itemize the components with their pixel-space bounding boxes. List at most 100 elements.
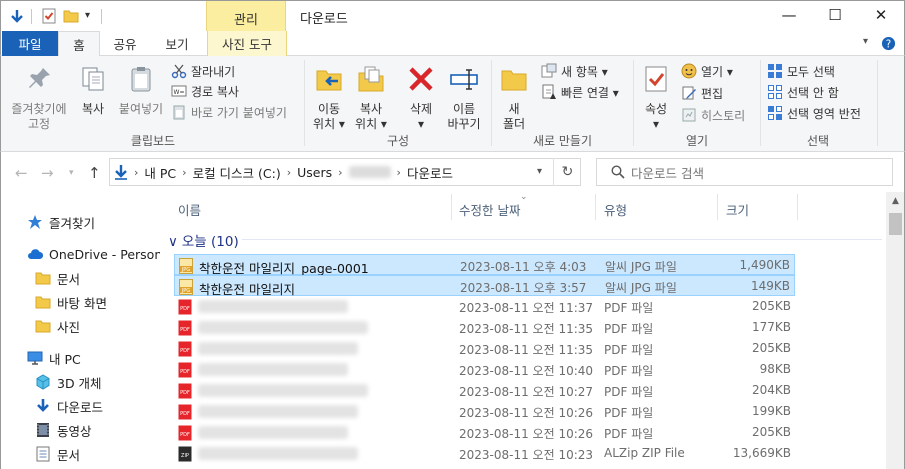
file-size: 149KB bbox=[750, 279, 790, 293]
blurred-file-name bbox=[198, 384, 368, 397]
file-size: 98KB bbox=[759, 362, 791, 376]
breadcrumb-chevron-icon[interactable]: › bbox=[134, 166, 138, 179]
new-item-icon bbox=[541, 63, 557, 78]
svg-text:?: ? bbox=[886, 38, 891, 50]
address-bar[interactable]: › 내 PC › 로컬 디스크 (C:) › Users › › 다운로드 bbox=[109, 158, 581, 186]
invert-selection-button[interactable]: 선택 영역 반전 bbox=[767, 104, 861, 122]
file-row[interactable]: PDF 2023-08-11 오전 10:26 PDF 파일 205KB bbox=[174, 422, 795, 443]
svg-text:PDF: PDF bbox=[180, 390, 190, 396]
folder-icon bbox=[35, 320, 51, 333]
file-size: 177KB bbox=[751, 320, 791, 334]
file-row[interactable]: ZIP 2023-08-11 오전 10:23 ALZip ZIP File 13,6… bbox=[174, 443, 795, 464]
nav-item-desktop[interactable]: 바탕 화면 bbox=[35, 291, 107, 313]
breadcrumb-local-disk[interactable]: 로컬 디스크 (C:) bbox=[193, 163, 281, 182]
file-date: 2023-08-11 오전 10:23 bbox=[459, 448, 594, 462]
new-item-button[interactable]: 새 항목 ▾ bbox=[541, 62, 608, 80]
open-button[interactable]: 열기 ▾ bbox=[681, 62, 733, 80]
breadcrumb-chevron-icon[interactable]: › bbox=[182, 166, 186, 179]
up-arrow-icon[interactable]: ↑ bbox=[88, 164, 101, 182]
address-toolbar: ← → ▾ ↑ › 내 PC › 로컬 디스크 (C:) › Users › ›… bbox=[0, 152, 905, 192]
nav-item-videos[interactable]: 동영상 bbox=[35, 419, 92, 441]
copy-path-button[interactable]: W= 경로 복사 bbox=[171, 82, 239, 100]
cut-button[interactable]: 잘라내기 bbox=[171, 62, 235, 80]
svg-text:ZIP: ZIP bbox=[181, 453, 189, 459]
svg-text:PDF: PDF bbox=[180, 432, 190, 438]
delete-button[interactable]: 삭제 ▾ bbox=[401, 64, 441, 132]
refresh-button[interactable]: ↻ bbox=[553, 158, 581, 186]
file-row[interactable]: PDF 2023-08-11 오전 10:27 PDF 파일 204KB bbox=[174, 380, 795, 401]
column-header-date[interactable]: 수정한 날짜 bbox=[459, 200, 520, 219]
nav-item-onedrive[interactable]: OneDrive - Personal bbox=[27, 243, 173, 265]
copy-button[interactable]: 복사 bbox=[73, 64, 113, 117]
breadcrumb-downloads[interactable]: 다운로드 bbox=[407, 163, 453, 182]
file-size: 205KB bbox=[751, 299, 791, 313]
recent-locations-icon[interactable]: ▾ bbox=[69, 168, 74, 178]
select-all-button[interactable]: 모두 선택 bbox=[767, 62, 835, 80]
easy-access-button[interactable]: 빠른 연결 ▾ bbox=[541, 83, 619, 101]
properties-button[interactable]: 속성 ▾ bbox=[637, 64, 675, 132]
breadcrumb-users[interactable]: Users bbox=[297, 165, 332, 180]
minimize-button[interactable]: — bbox=[766, 0, 812, 30]
breadcrumb-chevron-icon[interactable]: › bbox=[397, 166, 401, 179]
file-type: PDF 파일 bbox=[604, 343, 654, 357]
file-row[interactable]: PDF 2023-08-11 오전 10:40 PDF 파일 98KB bbox=[174, 359, 795, 380]
pin-to-quick-access-button[interactable]: 즐겨찾기에 고정 bbox=[5, 64, 73, 132]
select-none-button[interactable]: 선택 안 함 bbox=[767, 83, 839, 101]
paste-button[interactable]: 붙여넣기 bbox=[115, 64, 167, 117]
nav-item-3d-objects[interactable]: 3D 개체 bbox=[35, 371, 102, 393]
tab-file[interactable]: 파일 bbox=[2, 31, 58, 56]
back-arrow-icon[interactable]: ← bbox=[15, 164, 28, 182]
nav-item-this-pc[interactable]: 내 PC bbox=[27, 347, 81, 369]
paste-shortcut-button[interactable]: 바로 가기 붙여넣기 bbox=[171, 103, 287, 121]
breadcrumb-chevron-icon[interactable]: › bbox=[338, 166, 342, 179]
forward-arrow-icon[interactable]: → bbox=[41, 164, 54, 182]
new-folder-icon[interactable] bbox=[63, 8, 79, 24]
scroll-up-arrow-icon[interactable]: ▲ bbox=[886, 192, 905, 210]
column-header-size[interactable]: 크기 bbox=[726, 200, 749, 219]
file-row[interactable]: PDF 2023-08-11 오전 11:35 PDF 파일 205KB bbox=[174, 338, 795, 359]
address-dropdown-icon[interactable]: ▾ bbox=[537, 166, 542, 177]
nav-item-onedrive-documents[interactable]: 문서 bbox=[35, 267, 80, 289]
blurred-file-name bbox=[198, 447, 358, 460]
nav-item-documents[interactable]: 문서 bbox=[35, 443, 80, 465]
file-row[interactable]: PDF 2023-08-11 오전 10:26 PDF 파일 199KB bbox=[174, 401, 795, 422]
refresh-icon: ↻ bbox=[561, 164, 574, 180]
nav-item-pictures[interactable]: 사진 bbox=[35, 315, 80, 337]
file-row[interactable]: PDF 2023-08-11 오전 11:35 PDF 파일 177KB bbox=[174, 317, 795, 338]
edit-button[interactable]: 편집 bbox=[681, 84, 723, 102]
nav-item-downloads[interactable]: 다운로드 bbox=[35, 395, 103, 417]
navigation-pane: 즐겨찾기 OneDrive - Personal 문서 바탕 화면 사진 내 P… bbox=[0, 192, 173, 469]
column-header-type[interactable]: 유형 bbox=[604, 200, 627, 219]
customize-quick-access-icon[interactable]: ▾ bbox=[85, 10, 90, 21]
history-button[interactable]: 히스토리 bbox=[681, 106, 745, 124]
file-row[interactable]: PDF 2023-08-11 오전 11:37 PDF 파일 205KB bbox=[174, 296, 795, 317]
new-folder-button[interactable]: 새 폴더 bbox=[496, 64, 532, 132]
nav-item-quick-access[interactable]: 즐겨찾기 bbox=[27, 211, 95, 233]
collapse-ribbon-icon[interactable]: ▾ bbox=[863, 36, 868, 47]
easy-access-icon bbox=[542, 84, 556, 99]
breadcrumb-this-pc[interactable]: 내 PC bbox=[144, 163, 176, 182]
tab-picture-tools[interactable]: 사진 도구 bbox=[207, 31, 287, 56]
file-row[interactable]: JPG 착한운전 마일리지_page-0001 2023-08-11 오후 4:03… bbox=[174, 254, 795, 276]
scrollbar-thumb[interactable] bbox=[889, 213, 902, 235]
search-box[interactable]: 다운로드 검색 bbox=[596, 158, 893, 186]
breadcrumb-chevron-icon[interactable]: › bbox=[287, 166, 291, 179]
down-arrow-icon[interactable] bbox=[9, 8, 25, 24]
group-header-today[interactable]: ∨ 오늘 (10) bbox=[168, 230, 239, 250]
close-button[interactable]: ✕ bbox=[858, 0, 904, 30]
download-arrow-icon bbox=[37, 399, 49, 412]
help-icon[interactable]: ? bbox=[881, 36, 896, 51]
tab-view[interactable]: 보기 bbox=[156, 31, 198, 56]
blurred-username bbox=[348, 166, 391, 178]
pdf-file-icon: PDF bbox=[178, 383, 192, 399]
column-header-name[interactable]: 이름 bbox=[178, 200, 201, 219]
file-row[interactable]: JPG 착한운전 마일리지 2023-08-11 오후 3:57 알씨 JPG 파일 1… bbox=[174, 275, 795, 297]
tab-share[interactable]: 공유 bbox=[104, 31, 146, 56]
tab-home[interactable]: 홈 bbox=[58, 31, 100, 57]
move-to-button[interactable]: 이동 위치 ▾ bbox=[309, 64, 349, 132]
rename-button[interactable]: 이름 바꾸기 bbox=[443, 64, 485, 132]
copy-to-button[interactable]: 복사 위치 ▾ bbox=[351, 64, 391, 132]
search-icon bbox=[611, 165, 625, 179]
maximize-button[interactable]: ☐ bbox=[812, 0, 858, 30]
properties-check-icon[interactable] bbox=[41, 8, 57, 24]
